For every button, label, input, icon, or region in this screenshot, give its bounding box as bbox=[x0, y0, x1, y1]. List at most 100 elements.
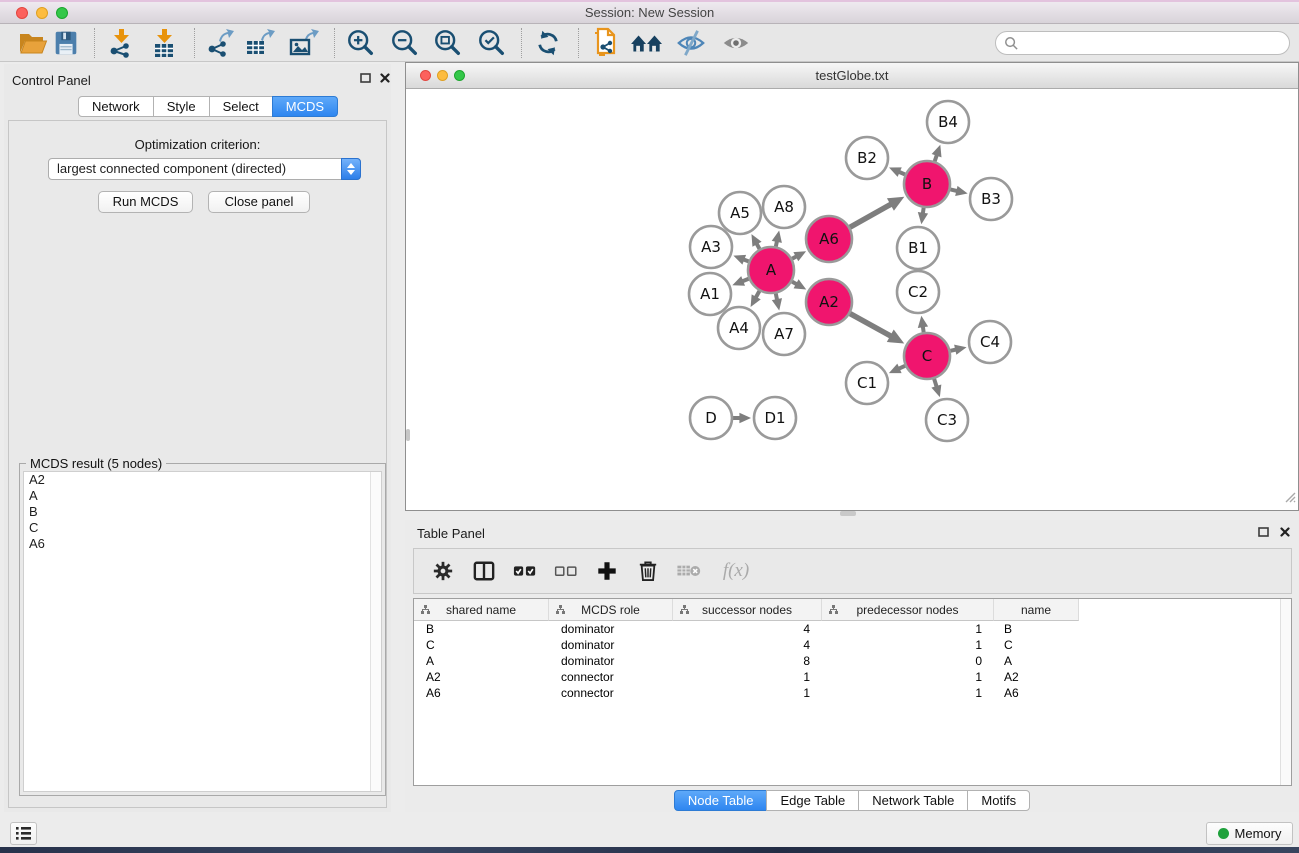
table-cell[interactable]: A bbox=[414, 653, 549, 669]
gear-icon[interactable] bbox=[430, 558, 456, 584]
split-table-icon[interactable] bbox=[471, 558, 497, 584]
clone-network-icon[interactable] bbox=[587, 27, 623, 59]
table-cell[interactable]: 1 bbox=[822, 685, 994, 701]
mcds-result-item[interactable]: A bbox=[24, 488, 381, 504]
close-table-panel-icon[interactable] bbox=[1275, 524, 1295, 540]
delete-table-icon[interactable] bbox=[676, 558, 702, 584]
table-cell[interactable]: connector bbox=[549, 685, 673, 701]
tab-select[interactable]: Select bbox=[209, 96, 273, 117]
canvas-scroll-thumb[interactable] bbox=[406, 429, 410, 441]
column-header-predecessor-nodes[interactable]: predecessor nodes bbox=[822, 599, 994, 621]
graph-node-A6[interactable]: A6 bbox=[806, 216, 852, 262]
maximize-view-icon[interactable] bbox=[454, 70, 465, 81]
save-session-icon[interactable] bbox=[48, 27, 84, 59]
trash-icon[interactable] bbox=[635, 558, 661, 584]
graph-edge-C-C3[interactable] bbox=[934, 379, 937, 387]
graph-node-A1[interactable]: A1 bbox=[689, 273, 731, 315]
table-cell[interactable]: 1 bbox=[822, 669, 994, 685]
select-all-checkboxes-icon[interactable] bbox=[512, 558, 538, 584]
graph-node-A5[interactable]: A5 bbox=[719, 192, 761, 234]
column-header-shared-name[interactable]: shared name bbox=[414, 599, 549, 621]
table-cell[interactable]: 1 bbox=[822, 637, 994, 653]
graph-node-A2[interactable]: A2 bbox=[806, 279, 852, 325]
graph-edge-B-B3[interactable] bbox=[950, 189, 957, 191]
show-log-button[interactable] bbox=[10, 822, 37, 845]
table-cell[interactable]: dominator bbox=[549, 621, 673, 637]
table-scrollbar[interactable] bbox=[1280, 599, 1291, 785]
mcds-result-item[interactable]: A2 bbox=[24, 472, 381, 488]
close-window-icon[interactable] bbox=[16, 7, 28, 19]
deselect-all-checkboxes-icon[interactable] bbox=[553, 558, 579, 584]
import-network-icon[interactable] bbox=[103, 27, 139, 59]
table-cell[interactable]: 4 bbox=[673, 621, 822, 637]
search-input[interactable] bbox=[1019, 33, 1289, 53]
zoom-out-icon[interactable] bbox=[387, 27, 423, 59]
tab-motifs[interactable]: Motifs bbox=[967, 790, 1030, 811]
table-cell[interactable]: C bbox=[414, 637, 549, 653]
mcds-result-item[interactable]: C bbox=[24, 520, 381, 536]
close-view-icon[interactable] bbox=[420, 70, 431, 81]
graph-edge-A-A7[interactable] bbox=[776, 294, 777, 301]
graph-node-D[interactable]: D bbox=[690, 397, 732, 439]
network-canvas[interactable]: B4B2BB3A8A5A6B1A3AC2A1A2A4A7CC4C1C3DD1 bbox=[406, 89, 1298, 510]
graph-edge-A2-C[interactable] bbox=[850, 314, 891, 337]
table-row[interactable]: Adominator80A bbox=[414, 653, 1279, 669]
run-mcds-button[interactable]: Run MCDS bbox=[98, 191, 193, 213]
graph-edge-C-C1[interactable] bbox=[899, 366, 906, 369]
table-cell[interactable]: connector bbox=[549, 669, 673, 685]
graph-node-B2[interactable]: B2 bbox=[846, 137, 888, 179]
graph-node-A3[interactable]: A3 bbox=[690, 226, 732, 268]
column-header-MCDS-role[interactable]: MCDS role bbox=[549, 599, 673, 621]
table-cell[interactable]: 0 bbox=[822, 653, 994, 669]
table-row[interactable]: Bdominator41B bbox=[414, 621, 1279, 637]
zoom-fit-icon[interactable] bbox=[430, 27, 466, 59]
export-image-icon[interactable] bbox=[285, 27, 321, 59]
graph-node-C[interactable]: C bbox=[904, 333, 950, 379]
tab-network[interactable]: Network bbox=[78, 96, 154, 117]
function-builder-icon[interactable]: f(x) bbox=[717, 558, 755, 584]
zoom-in-icon[interactable] bbox=[343, 27, 379, 59]
close-panel-button[interactable]: Close panel bbox=[208, 191, 310, 213]
table-cell[interactable]: A2 bbox=[414, 669, 549, 685]
graph-node-D1[interactable]: D1 bbox=[754, 397, 796, 439]
table-cell[interactable]: A2 bbox=[994, 669, 1079, 685]
criterion-dropdown[interactable]: largest connected component (directed) bbox=[48, 158, 361, 180]
export-network-icon[interactable] bbox=[201, 27, 237, 59]
table-cell[interactable]: B bbox=[994, 621, 1079, 637]
eye-icon[interactable] bbox=[718, 27, 754, 59]
import-table-icon[interactable] bbox=[146, 27, 182, 59]
graph-node-A8[interactable]: A8 bbox=[763, 186, 805, 228]
panel-splitter-handle[interactable] bbox=[840, 511, 856, 516]
graph-node-B4[interactable]: B4 bbox=[927, 101, 969, 143]
graph-node-A[interactable]: A bbox=[748, 247, 794, 293]
minimize-window-icon[interactable] bbox=[36, 7, 48, 19]
table-row[interactable]: A2connector11A2 bbox=[414, 669, 1279, 685]
graph-node-B[interactable]: B bbox=[904, 161, 950, 207]
resize-grip-icon[interactable] bbox=[1282, 489, 1296, 508]
graph-edge-A-A1[interactable] bbox=[742, 279, 748, 282]
close-panel-icon[interactable] bbox=[375, 70, 395, 86]
table-cell[interactable]: dominator bbox=[549, 653, 673, 669]
table-cell[interactable]: 1 bbox=[822, 621, 994, 637]
graph-node-C4[interactable]: C4 bbox=[969, 321, 1011, 363]
graph-edge-B-B2[interactable] bbox=[899, 172, 905, 175]
table-row[interactable]: Cdominator41C bbox=[414, 637, 1279, 653]
graph-edge-A6-B[interactable] bbox=[850, 204, 891, 227]
table-cell[interactable]: 1 bbox=[673, 669, 822, 685]
eye-slash-icon[interactable] bbox=[673, 27, 709, 59]
open-file-icon[interactable] bbox=[15, 27, 51, 59]
table-cell[interactable]: 4 bbox=[673, 637, 822, 653]
minimize-view-icon[interactable] bbox=[437, 70, 448, 81]
table-cell[interactable]: A6 bbox=[994, 685, 1079, 701]
maximize-window-icon[interactable] bbox=[56, 7, 68, 19]
graph-node-C2[interactable]: C2 bbox=[897, 271, 939, 313]
graph-edge-B-B4[interactable] bbox=[935, 155, 937, 161]
graph-node-A7[interactable]: A7 bbox=[763, 313, 805, 355]
mcds-list-scrollbar[interactable] bbox=[370, 472, 381, 791]
graph-node-A4[interactable]: A4 bbox=[718, 307, 760, 349]
refresh-icon[interactable] bbox=[530, 27, 566, 59]
float-table-panel-icon[interactable] bbox=[1253, 524, 1273, 540]
mcds-result-item[interactable]: B bbox=[24, 504, 381, 520]
graph-edge-A-A4[interactable] bbox=[756, 291, 760, 298]
memory-button[interactable]: Memory bbox=[1206, 822, 1293, 845]
